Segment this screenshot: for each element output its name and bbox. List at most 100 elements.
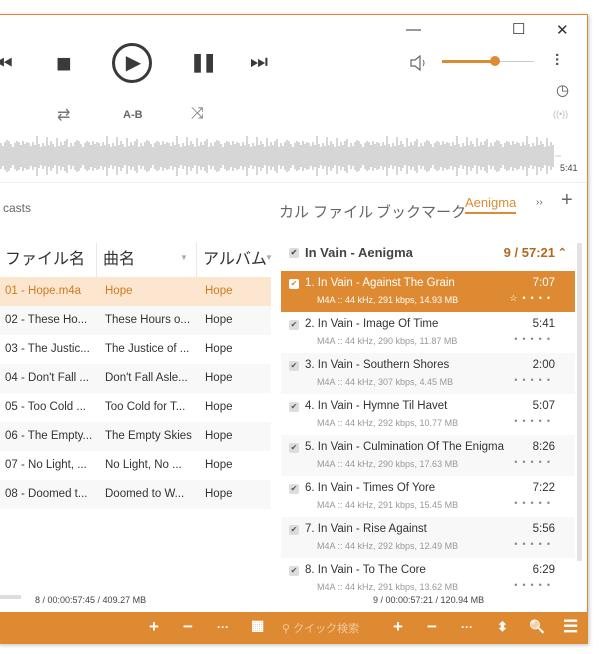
rating-stars[interactable]: ••••• (514, 334, 555, 344)
playlist-item[interactable]: ✔ 7. In Vain - Rise Against 5:56 M4A :: 44 … (281, 517, 575, 558)
cell-file: 02 - These Ho... (5, 314, 88, 326)
remove-button[interactable]: − (183, 617, 193, 637)
cell-title: Don't Fall Asle... (105, 372, 188, 384)
item-checkbox[interactable]: ✔ (289, 484, 299, 494)
next-button[interactable]: ⏭ (250, 51, 268, 74)
add-playlist-button[interactable]: + (561, 189, 573, 212)
vertical-scrollbar[interactable] (577, 243, 582, 561)
tab-podcasts[interactable]: casts (3, 201, 31, 215)
table-row[interactable]: 01 - Hope.m4a Hope Hope (0, 277, 271, 306)
group-checkbox[interactable]: ✔ (289, 248, 299, 258)
quick-search-input[interactable]: ⚲ クイック検索 (282, 620, 359, 636)
table-row[interactable]: 03 - The Justic... The Justice of ... Hope (0, 335, 271, 364)
cell-file: 07 - No Light, ... (5, 459, 87, 471)
item-meta: M4A :: 44 kHz, 292 kbps, 10.77 MB (317, 418, 459, 428)
cell-album: Hope (205, 343, 233, 355)
playlist-item[interactable]: ✔ 2. In Vain - Image Of Time 5:41 M4A :: 44… (281, 312, 575, 353)
table-row[interactable]: 07 - No Light, ... No Light, No ... Hope (0, 451, 271, 480)
repeat-icon[interactable]: ⇄ (57, 105, 70, 125)
search-placeholder: クイック検索 (293, 623, 360, 635)
volume-handle[interactable] (490, 56, 501, 66)
add-button[interactable]: + (149, 617, 159, 637)
item-checkbox[interactable]: ✔ (289, 443, 299, 453)
speaker-icon[interactable] (409, 53, 429, 73)
shuffle-icon[interactable]: ⤨ (191, 105, 204, 123)
item-checkbox[interactable]: ✔ (289, 566, 299, 576)
cell-album: Hope (205, 401, 233, 413)
item-duration: 2:00 (532, 359, 555, 371)
cell-title: The Empty Skies (105, 430, 192, 442)
playlist-item[interactable]: ✔ 5. In Vain - Culmination Of The Enigma 8… (281, 435, 575, 476)
waveform-seekbar[interactable] (0, 136, 561, 176)
table-row[interactable]: 05 - Too Cold ... Too Cold for T... Hope (0, 393, 271, 422)
item-meta: M4A :: 44 kHz, 291 kbps, 14.93 MB (317, 295, 459, 305)
sort-icon[interactable]: ⬍ (497, 619, 508, 635)
tab-bookmarks[interactable]: ブックマーク (376, 201, 466, 222)
search-icon[interactable]: 🔍 (529, 619, 545, 635)
table-row[interactable]: 08 - Doomed t... Doomed to W... Hope (0, 480, 271, 509)
column-filename[interactable]: ファイル名 (0, 243, 97, 277)
item-checkbox[interactable]: ✔ (289, 525, 299, 535)
filter-icon[interactable]: ▼ (265, 253, 273, 262)
radio-icon[interactable]: ((•)) (553, 109, 568, 119)
pause-button[interactable]: ❚❚ (190, 52, 217, 73)
equalizer-icon[interactable]: ⫶ (555, 53, 559, 71)
group-header[interactable]: ✔ In Vain - Aenigma 9 / 57:21 ⌃ (281, 233, 577, 273)
filter-icon[interactable]: ▼ (180, 253, 188, 262)
item-duration: 5:41 (532, 318, 555, 330)
item-checkbox[interactable]: ✔ (289, 361, 299, 371)
ab-repeat-button[interactable]: A-B (123, 109, 143, 121)
item-checkbox[interactable]: ✔ (289, 279, 299, 289)
cell-title: No Light, No ... (105, 459, 182, 471)
item-title: 5. In Vain - Culmination Of The Enigma (305, 441, 505, 453)
rating-stars[interactable]: ••••• (514, 498, 555, 508)
table-row[interactable]: 04 - Don't Fall ... Don't Fall Asle... Hop… (0, 364, 271, 393)
item-title: 6. In Vain - Times Of Yore (305, 482, 436, 494)
playlist-item[interactable]: ✔ 6. In Vain - Times Of Yore 7:22 M4A :: 44… (281, 476, 575, 517)
library-table: ファイル名 曲名 ▼ アルバム ▼ 01 - Hope.m4a Hope Hope 0… (0, 233, 273, 608)
item-title: 8. In Vain - To The Core (305, 564, 426, 576)
playlist-item[interactable]: ✔ 8. In Vain - To The Core 6:29 M4A :: 44 k… (281, 558, 575, 599)
rating-stars[interactable]: ••••• (514, 539, 555, 549)
cell-file: 08 - Doomed t... (5, 488, 88, 500)
tab-aenigma[interactable]: Aenigma (465, 195, 517, 214)
playlist: ✔ In Vain - Aenigma 9 / 57:21 ⌃ ✔ 1. In V… (281, 233, 582, 608)
group-summary: 9 / 57:21 (503, 245, 555, 260)
tab-local-files[interactable]: カル ファイル (279, 201, 373, 222)
rating-stars[interactable]: ••••• (514, 416, 555, 426)
play-button[interactable]: ▶ (112, 43, 152, 83)
horizontal-scrollbar[interactable] (0, 595, 21, 599)
more-button[interactable]: ··· (461, 620, 473, 634)
view-grid-icon[interactable]: ▦ (251, 617, 264, 634)
item-title: 3. In Vain - Southern Shores (305, 359, 450, 371)
previous-button[interactable]: ⏮ (0, 51, 13, 77)
cell-title: The Justice of ... (105, 343, 190, 355)
cell-file: 05 - Too Cold ... (5, 401, 86, 413)
stop-button[interactable]: ■ (56, 48, 72, 79)
playlist-item[interactable]: ✔ 4. In Vain - Hymne Til Havet 5:07 M4A :: … (281, 394, 575, 435)
timer-icon[interactable]: ◷ (556, 81, 569, 99)
rating-stars[interactable]: ☆•••• (509, 293, 555, 304)
minimize-button[interactable]: — (406, 21, 421, 38)
remove-button[interactable]: − (427, 617, 437, 637)
rating-stars[interactable]: ••••• (514, 375, 555, 385)
playlist-item[interactable]: ✔ 3. In Vain - Southern Shores 2:00 M4A :: … (281, 353, 575, 394)
close-button[interactable]: ✕ (556, 21, 569, 39)
rating-stars[interactable]: ••••• (514, 457, 555, 467)
menu-icon[interactable]: ☰ (563, 617, 578, 637)
table-row[interactable]: 02 - These Ho... These Hours o... Hope (0, 306, 271, 335)
more-tabs-icon[interactable]: ›› (536, 197, 543, 208)
item-checkbox[interactable]: ✔ (289, 402, 299, 412)
rating-stars[interactable]: ••••• (514, 580, 555, 590)
more-button[interactable]: ··· (217, 620, 229, 634)
item-meta: M4A :: 44 kHz, 290 kbps, 17.63 MB (317, 459, 459, 469)
playlist-item[interactable]: ✔ 1. In Vain - Against The Grain 7:07 M4A :… (281, 271, 575, 312)
add-button[interactable]: + (393, 617, 403, 637)
item-duration: 6:29 (532, 564, 555, 576)
item-title: 2. In Vain - Image Of Time (305, 318, 439, 330)
item-checkbox[interactable]: ✔ (289, 320, 299, 330)
collapse-icon[interactable]: ⌃ (558, 233, 567, 273)
group-title: In Vain - Aenigma (305, 245, 413, 260)
table-row[interactable]: 06 - The Empty... The Empty Skies Hope (0, 422, 271, 451)
maximize-button[interactable]: ☐ (512, 20, 525, 38)
